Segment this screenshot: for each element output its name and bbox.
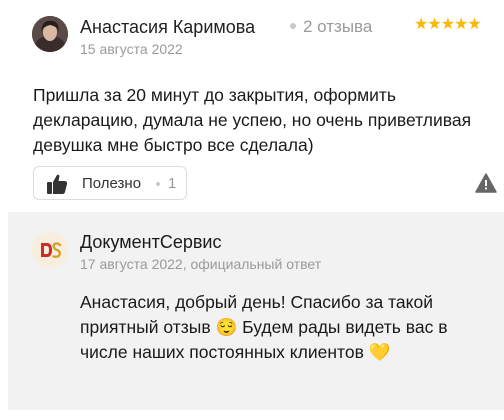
separator-dot [290,23,296,29]
company-logo [32,232,68,268]
review-text: Пришла за 20 минут до закрытия, оформить… [33,85,472,155]
company-name[interactable]: ДокументСервис [80,232,222,253]
review-date: 15 августа 2022 [80,41,183,57]
separator-dot [156,182,160,186]
helpful-button[interactable]: Полезно 1 [33,166,187,200]
report-warning-icon[interactable] [475,173,497,193]
reply-text: Анастасия, добрый день! Спасибо за такой… [80,292,448,362]
author-review-count[interactable]: 2 отзыва [303,17,372,37]
thumbs-up-icon [47,174,68,194]
author-name[interactable]: Анастасия Каримова [80,17,255,38]
company-reply: ДокументСервис 17 августа 2022, официаль… [8,212,504,410]
helpful-count: 1 [168,175,177,192]
rating-stars: ★★★★★ [414,16,482,33]
helpful-label: Полезно [82,175,142,192]
review-card: Анастасия Каримова 2 отзыва ★★★★★ 15 авг… [0,0,504,210]
reply-meta: 17 августа 2022, официальный ответ [80,256,322,272]
author-avatar[interactable] [32,16,68,52]
